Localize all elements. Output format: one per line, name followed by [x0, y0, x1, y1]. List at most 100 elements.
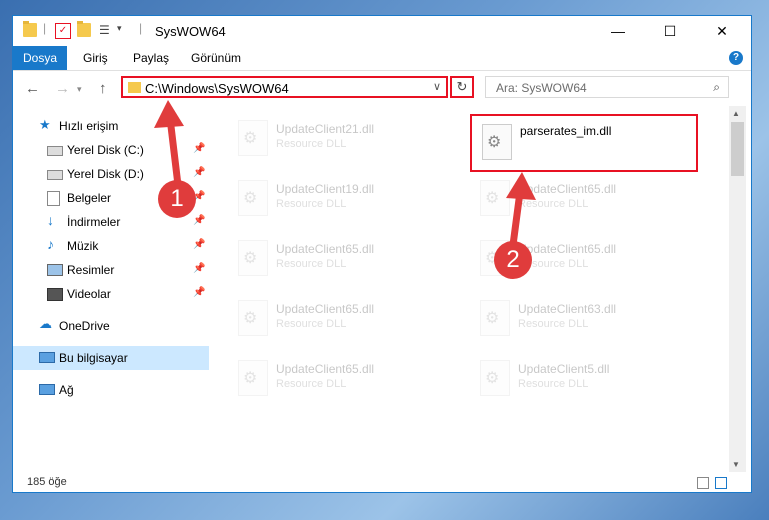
chevron-down-icon[interactable]: ∨	[433, 80, 441, 93]
separator: |	[139, 21, 143, 35]
forward-arrow-icon[interactable]: →	[55, 80, 70, 97]
sidebar-item-network[interactable]: Ağ	[13, 378, 209, 402]
sidebar-item-label: OneDrive	[59, 319, 110, 333]
up-arrow-icon[interactable]: ↑	[99, 80, 107, 97]
list-item[interactable]: UpdateClient65.dll Resource DLL	[470, 174, 695, 224]
sidebar-item-label: Müzik	[67, 239, 99, 253]
details-view-icon[interactable]	[697, 477, 709, 489]
music-icon: ♪	[47, 236, 54, 252]
sidebar-item-label: Yerel Disk (D:)	[67, 167, 144, 181]
file-type: Resource DLL	[518, 198, 589, 210]
sidebar-item-label: İndirmeler	[67, 215, 121, 229]
refresh-button[interactable]: ↻	[450, 76, 474, 98]
pin-icon[interactable]: 📌	[193, 167, 205, 178]
pin-icon[interactable]: 📌	[193, 239, 205, 250]
ribbon: Dosya Giriş Paylaş Görünüm ?	[13, 46, 751, 71]
file-type: Resource DLL	[518, 318, 589, 330]
file-type: Resource DLL	[276, 138, 347, 150]
close-button[interactable]: ✕	[699, 16, 745, 46]
file-type: Resource DLL	[276, 198, 347, 210]
sidebar-item-label: Yerel Disk (C:)	[67, 143, 144, 157]
file-name: UpdateClient65.dll	[276, 362, 375, 376]
file-type: Resource DLL	[518, 378, 589, 390]
sidebar-item-quick-access[interactable]: ★ Hızlı erişim	[13, 114, 209, 138]
title-bar: | ✓ ☰ ▾ | SysWOW64 — ☐ ✕	[13, 16, 751, 46]
sidebar-item-onedrive[interactable]: ☁ OneDrive	[13, 314, 209, 338]
sidebar-item-local-disk-c[interactable]: Yerel Disk (C:) 📌	[13, 138, 209, 162]
chevron-down-icon[interactable]: ▾	[117, 23, 131, 37]
minimize-button[interactable]: —	[595, 16, 641, 46]
address-bar[interactable]: C:\Windows\SysWOW64 ∨	[121, 76, 448, 98]
pin-icon[interactable]: 📌	[193, 287, 205, 298]
download-icon: ↓	[47, 212, 54, 228]
file-name: UpdateClient19.dll	[276, 182, 375, 196]
dll-file-icon	[480, 300, 510, 336]
sidebar-item-pictures[interactable]: Resimler 📌	[13, 258, 209, 282]
drive-icon	[47, 170, 63, 180]
dll-file-icon	[480, 180, 510, 216]
address-row: ← → ▾ ↑ C:\Windows\SysWOW64 ∨ ↻ Ara: Sys…	[13, 71, 751, 105]
folder-icon	[128, 82, 141, 93]
large-icons-view-icon[interactable]	[715, 477, 727, 489]
search-input[interactable]: Ara: SysWOW64 ⌕	[485, 76, 729, 98]
help-icon[interactable]: ?	[729, 51, 743, 65]
new-folder-icon[interactable]	[77, 21, 91, 37]
separator: |	[43, 21, 47, 35]
step-marker-1: 1	[158, 180, 196, 218]
scroll-down-icon[interactable]: ▼	[732, 460, 740, 469]
tab-file[interactable]: Dosya	[13, 46, 67, 70]
list-item[interactable]: UpdateClient19.dll Resource DLL	[228, 174, 453, 224]
back-arrow-icon[interactable]: ←	[25, 80, 40, 97]
file-type: Resource DLL	[276, 258, 347, 270]
list-item[interactable]: UpdateClient65.dll Resource DLL	[228, 234, 453, 284]
scroll-up-icon[interactable]: ▲	[732, 109, 740, 118]
file-name: UpdateClient5.dll	[518, 362, 610, 376]
list-item[interactable]: UpdateClient5.dll Resource DLL	[470, 354, 695, 404]
sidebar-item-label: Hızlı erişim	[59, 119, 119, 133]
tab-home[interactable]: Giriş	[73, 46, 118, 70]
dll-file-icon	[482, 124, 512, 160]
file-list: UpdateClient21.dll Resource DLL parserat…	[210, 106, 730, 461]
dll-file-icon	[238, 240, 268, 276]
pin-icon[interactable]: 📌	[193, 143, 205, 154]
tab-share[interactable]: Paylaş	[123, 46, 179, 70]
sidebar-item-videos[interactable]: Videolar 📌	[13, 282, 209, 306]
computer-icon	[39, 352, 55, 363]
sidebar-item-this-pc[interactable]: Bu bilgisayar	[13, 346, 209, 370]
dll-file-icon	[238, 180, 268, 216]
sidebar-item-music[interactable]: ♪ Müzik 📌	[13, 234, 209, 258]
view-options-icon[interactable]: ☰	[99, 23, 113, 37]
explorer-window: | ✓ ☰ ▾ | SysWOW64 — ☐ ✕ Dosya Giriş Pay…	[12, 15, 752, 493]
video-icon	[47, 288, 63, 301]
pin-icon[interactable]: 📌	[193, 263, 205, 274]
pin-icon[interactable]: 📌	[193, 215, 205, 226]
status-bar: 185 öğe	[13, 472, 751, 494]
list-item[interactable]: UpdateClient63.dll Resource DLL	[470, 294, 695, 344]
dll-file-icon	[238, 360, 268, 396]
scroll-thumb[interactable]	[731, 122, 744, 176]
file-name: UpdateClient63.dll	[518, 302, 617, 316]
file-name: UpdateClient65.dll	[276, 242, 375, 256]
list-item[interactable]: UpdateClient65.dll Resource DLL	[228, 354, 453, 404]
navigation-pane: ★ Hızlı erişim Yerel Disk (C:) 📌 Yerel D…	[13, 106, 209, 461]
file-name: UpdateClient21.dll	[276, 122, 375, 136]
sidebar-item-label: Bu bilgisayar	[59, 351, 128, 365]
file-name: UpdateClient65.dll	[276, 302, 375, 316]
dll-file-icon	[480, 360, 510, 396]
search-placeholder: Ara: SysWOW64	[496, 81, 587, 95]
list-item-selected[interactable]: parserates_im.dll	[470, 114, 698, 172]
sidebar-item-label: Videolar	[67, 287, 111, 301]
list-item[interactable]: UpdateClient21.dll Resource DLL	[228, 114, 453, 164]
maximize-button[interactable]: ☐	[647, 16, 693, 46]
pictures-icon	[47, 264, 63, 276]
star-icon: ★	[39, 117, 51, 132]
file-name: UpdateClient65.dll	[518, 242, 617, 256]
network-icon	[39, 384, 55, 395]
step-marker-2: 2	[494, 241, 532, 279]
list-item[interactable]: UpdateClient65.dll Resource DLL	[228, 294, 453, 344]
vertical-scrollbar[interactable]: ▲ ▼	[729, 106, 746, 472]
address-path: C:\Windows\SysWOW64	[145, 81, 289, 96]
tab-view[interactable]: Görünüm	[181, 46, 251, 70]
properties-icon[interactable]: ✓	[55, 23, 71, 39]
recent-chevron-icon[interactable]: ▾	[77, 84, 82, 95]
